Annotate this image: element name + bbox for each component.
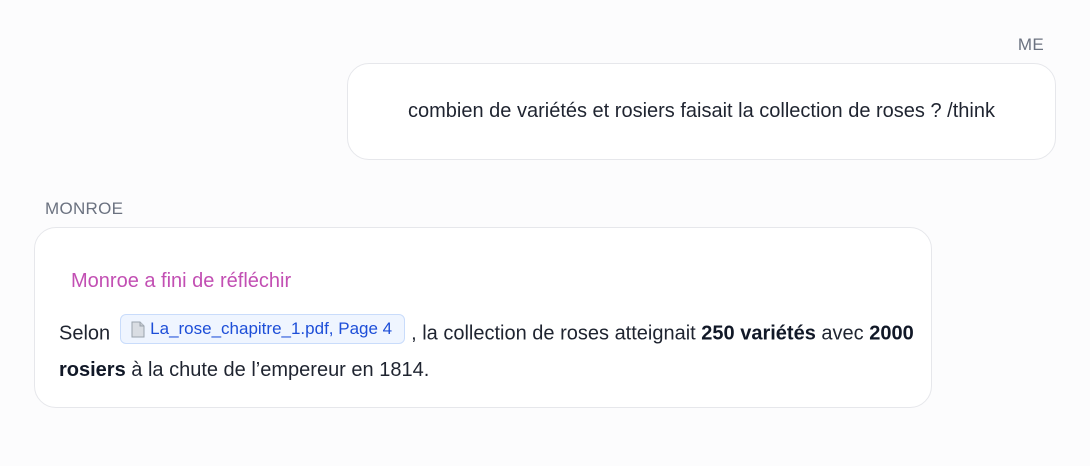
chat-thread: ME combien de variétés et rosiers faisai… xyxy=(0,0,1090,466)
document-icon xyxy=(131,321,145,338)
thinking-status-toggle[interactable]: Monroe a fini de réfléchir xyxy=(71,270,291,293)
answer-bold-varieties: 250 variétés xyxy=(701,322,816,345)
answer-text-1: , la collection de roses atteignait xyxy=(411,322,702,345)
assistant-speaker-label: MONROE xyxy=(45,199,124,218)
answer-intro: Selon xyxy=(59,322,111,345)
user-message-text: combien de variétés et rosiers faisait l… xyxy=(408,100,995,122)
answer-text-2: avec xyxy=(815,322,870,345)
assistant-message-bubble: Monroe a fini de réfléchir Selon La_rose_… xyxy=(34,227,932,408)
citation-label: La_rose_chapitre_1.pdf, Page 4 xyxy=(150,319,393,338)
user-message-bubble: combien de variétés et rosiers faisait l… xyxy=(347,63,1056,160)
user-speaker-label: ME xyxy=(1017,35,1044,54)
assistant-answer: Selon La_rose_chapitre_1.pdf, Page 4 , la … xyxy=(59,314,919,388)
answer-text-3: à la chute de l’empereur en 1814. xyxy=(125,358,430,381)
citation-chip[interactable]: La_rose_chapitre_1.pdf, Page 4 xyxy=(120,314,406,344)
